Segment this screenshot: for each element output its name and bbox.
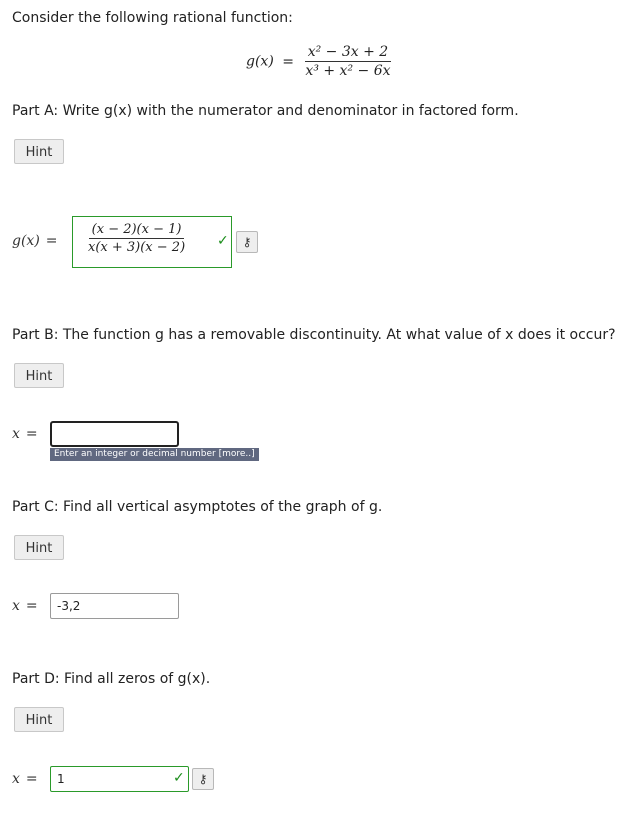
- part-c-equals: =: [25, 598, 38, 614]
- main-function: g(x) = x² − 3x + 2 x³ + x² − 6x: [246, 44, 394, 79]
- part-a-numerator: (x − 2)(x − 1): [88, 222, 185, 239]
- part-b-prompt: Part B: The function g has a removable d…: [12, 327, 616, 343]
- part-b-hint-button[interactable]: Hint: [14, 363, 64, 388]
- part-a-denominator: x(x + 3)(x − 2): [88, 240, 186, 255]
- part-a-prompt: Part A: Write g(x) with the numerator an…: [12, 103, 519, 119]
- check-icon: ✓: [173, 770, 185, 786]
- main-function-equals: =: [282, 53, 294, 70]
- part-a-label: g(x) =: [12, 233, 58, 249]
- part-a-answer-box[interactable]: (x − 2)(x − 1) x(x + 3)(x − 2) ✓: [72, 216, 232, 268]
- part-d-prompt: Part D: Find all zeros of g(x).: [12, 671, 211, 687]
- part-d-value: 1: [57, 772, 65, 786]
- part-c-hint-button[interactable]: Hint: [14, 535, 64, 560]
- part-d-var: x: [12, 771, 20, 787]
- part-a-lhs: g(x): [12, 233, 40, 249]
- part-a-answer-fraction: (x − 2)(x − 1) x(x + 3)(x − 2): [85, 222, 188, 255]
- part-a-equals: =: [45, 233, 58, 249]
- key-icon[interactable]: ⚷: [192, 768, 214, 790]
- part-b-label: x =: [12, 426, 38, 442]
- main-function-fraction: x² − 3x + 2 x³ + x² − 6x: [302, 44, 393, 79]
- part-d-label: x =: [12, 771, 38, 787]
- part-c-input[interactable]: -3,2: [50, 593, 179, 619]
- part-d-input[interactable]: 1: [50, 766, 189, 792]
- part-a-hint-button[interactable]: Hint: [14, 139, 64, 164]
- check-icon: ✓: [217, 233, 229, 249]
- main-function-denominator: x³ + x² − 6x: [305, 63, 391, 79]
- part-d-equals: =: [25, 771, 38, 787]
- part-d-hint-button[interactable]: Hint: [14, 707, 64, 732]
- part-c-prompt: Part C: Find all vertical asymptotes of …: [12, 499, 383, 515]
- part-c-var: x: [12, 598, 20, 614]
- part-c-label: x =: [12, 598, 38, 614]
- part-b-equals: =: [25, 426, 38, 442]
- part-b-input[interactable]: [50, 421, 179, 447]
- part-b-prompt-text: Part B: The function g has a removable d…: [12, 327, 616, 343]
- key-icon[interactable]: ⚷: [236, 231, 258, 253]
- main-function-lhs: g(x): [246, 53, 274, 70]
- part-b-var: x: [12, 426, 20, 442]
- part-b-tooltip: Enter an integer or decimal number [more…: [50, 448, 259, 461]
- intro-text: Consider the following rational function…: [12, 10, 293, 26]
- main-function-numerator: x² − 3x + 2: [304, 44, 392, 62]
- part-a-fraction: (x − 2)(x − 1) x(x + 3)(x − 2): [85, 222, 188, 255]
